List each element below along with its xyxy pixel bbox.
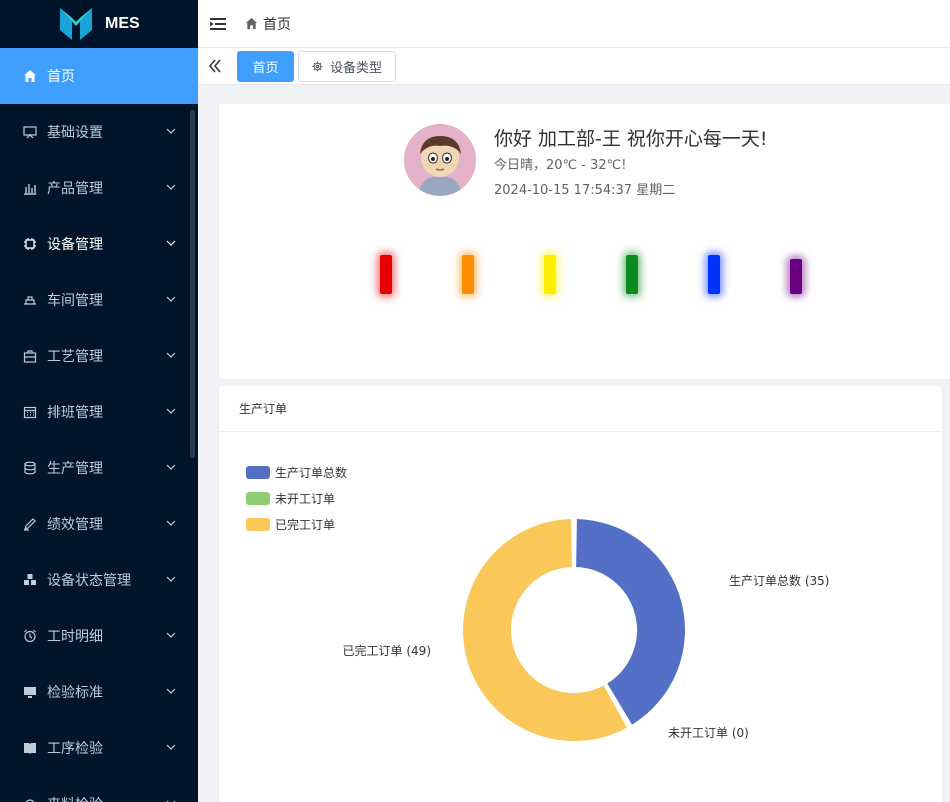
sidebar-item-6[interactable]: 排班管理 (0, 384, 198, 440)
tag-device-type-label: 设备类型 (329, 61, 382, 76)
chevron-down-icon (166, 576, 176, 582)
chevron-down-icon (166, 240, 176, 246)
sidebar-item-label: 设备管理 (47, 237, 103, 253)
desktop-icon (22, 684, 38, 700)
sidebar-item-label: 首页 (47, 69, 75, 85)
welcome-card: 你好 加工部-王 祝你开心每一天! 今日晴，20℃ - 32℃! 2024-10… (218, 103, 950, 380)
logo[interactable]: MES (0, 0, 198, 48)
sidebar-item-2[interactable]: 产品管理 (0, 160, 198, 216)
workshop-icon (22, 292, 38, 308)
sidebar-item-4[interactable]: 车间管理 (0, 272, 198, 328)
status-lamp (462, 255, 474, 294)
logo-icon (60, 8, 92, 40)
sidebar-item-12[interactable]: 工序检验 (0, 720, 198, 776)
cog-icon (22, 796, 38, 802)
logo-text: MES (105, 15, 140, 32)
topbar: 首页 (198, 0, 950, 48)
status-lamp (380, 255, 392, 294)
cubes-icon (22, 572, 38, 588)
tags-view: 首页 设备类型 (198, 48, 950, 85)
sidebar-menu: 首页基础设置产品管理设备管理车间管理工艺管理排班管理生产管理绩效管理设备状态管理… (0, 48, 198, 802)
sidebar-item-11[interactable]: 检验标准 (0, 664, 198, 720)
chevron-down-icon (166, 688, 176, 694)
sidebar-item-8[interactable]: 绩效管理 (0, 496, 198, 552)
sidebar-item-7[interactable]: 生产管理 (0, 440, 198, 496)
home-icon (245, 17, 258, 30)
sidebar-scrollbar[interactable] (190, 110, 195, 458)
sidebar-item-0[interactable]: 首页 (0, 48, 198, 104)
chevron-down-icon (166, 632, 176, 638)
slice-label: 未开工订单 (0) (668, 726, 749, 740)
sidebar-item-10[interactable]: 工时明细 (0, 608, 198, 664)
breadcrumb-home[interactable]: 首页 (263, 14, 291, 34)
chevron-down-icon (166, 464, 176, 470)
chevron-down-icon (166, 408, 176, 414)
calendar-icon (22, 404, 38, 420)
sidebar-item-label: 产品管理 (47, 181, 103, 197)
sidebar-item-label: 生产管理 (47, 461, 103, 477)
chevron-down-icon (166, 128, 176, 134)
book-icon (22, 740, 38, 756)
slice-label: 生产订单总数 (35) (729, 573, 829, 588)
sidebar-item-label: 来料检验 (47, 794, 103, 802)
tag-device-type[interactable]: 设备类型 (298, 51, 396, 82)
sidebar-item-label: 工时明细 (47, 629, 103, 645)
sidebar-item-label: 绩效管理 (47, 517, 103, 533)
chevron-down-icon (166, 352, 176, 358)
toolbox-icon (22, 348, 38, 364)
sidebar-item-9[interactable]: 设备状态管理 (0, 552, 198, 608)
sidebar-item-1[interactable]: 基础设置 (0, 104, 198, 160)
breadcrumb: 首页 (245, 14, 291, 34)
sidebar-item-5[interactable]: 工艺管理 (0, 328, 198, 384)
monitor-board-icon (22, 124, 38, 140)
sidebar-item-label: 工艺管理 (47, 349, 103, 365)
status-lamp (626, 255, 638, 294)
avatar-image (404, 124, 476, 196)
pen-icon (22, 516, 38, 532)
greeting-text: 你好 加工部-王 祝你开心每一天! (494, 128, 768, 150)
tag-home[interactable]: 首页 (237, 51, 294, 82)
weather-text: 今日晴，20℃ - 32℃! (494, 158, 627, 173)
sidebar-item-label: 工序检验 (47, 741, 103, 757)
sidebar: MES 首页基础设置产品管理设备管理车间管理工艺管理排班管理生产管理绩效管理设备… (0, 0, 198, 802)
gear-icon (312, 61, 323, 72)
chevron-down-icon (166, 744, 176, 750)
sidebar-item-3[interactable]: 设备管理 (0, 216, 198, 272)
chevron-down-icon (166, 184, 176, 190)
sidebar-item-label: 检验标准 (47, 685, 103, 701)
alarm-clock-icon (22, 628, 38, 644)
status-lamp (790, 259, 802, 294)
home-icon (22, 68, 38, 84)
chip-icon (22, 236, 38, 252)
status-lamp (708, 255, 720, 294)
chevron-down-icon (166, 800, 176, 802)
database-icon (22, 460, 38, 476)
status-lamp (544, 255, 556, 294)
sidebar-item-label: 设备状态管理 (47, 573, 131, 589)
orders-donut-chart: 生产订单总数 (35) 未开工订单 (0) 已完工订单 (49) (343, 517, 829, 743)
sidebar-item-label: 基础设置 (47, 125, 103, 141)
datetime-text: 2024-10-15 17:54:37 星期二 (494, 183, 676, 198)
sidebar-item-label: 排班管理 (47, 405, 103, 421)
double-chevron-left-icon[interactable] (209, 59, 221, 73)
bar-chart-icon (22, 180, 38, 196)
slice-label: 已完工订单 (49) (343, 643, 431, 658)
sidebar-item-13[interactable]: 来料检验 (0, 776, 198, 802)
chevron-down-icon (166, 296, 176, 302)
menu-toggle-icon[interactable] (210, 17, 226, 31)
tag-home-label: 首页 (252, 61, 279, 76)
chevron-down-icon (166, 520, 176, 526)
orders-card: 生产订单 生产订单总数 未开工订单 已完工订单 生产订单总数 (35) 未开工订单 (… (218, 385, 943, 802)
sidebar-item-label: 车间管理 (47, 293, 103, 309)
avatar[interactable] (404, 124, 476, 196)
